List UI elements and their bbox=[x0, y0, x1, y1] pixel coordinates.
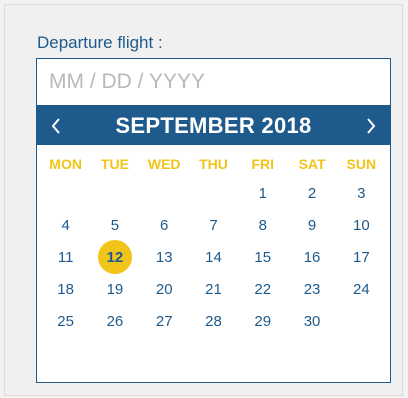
chevron-left-icon bbox=[51, 118, 60, 134]
calendar-day[interactable]: 25 bbox=[41, 305, 90, 337]
chevron-right-icon bbox=[367, 118, 376, 134]
weekday-label: MON bbox=[49, 156, 82, 172]
calendar-empty-cell bbox=[189, 177, 238, 209]
calendar-day[interactable]: 24 bbox=[337, 273, 386, 305]
calendar-empty-cell bbox=[140, 177, 189, 209]
calendar-day[interactable]: 10 bbox=[337, 209, 386, 241]
calendar-day[interactable]: 5 bbox=[90, 209, 139, 241]
calendar-day[interactable]: 30 bbox=[287, 305, 336, 337]
calendar-week-row: 4 5 6 7 8 9 10 bbox=[37, 209, 390, 241]
calendar-day[interactable]: 3 bbox=[337, 177, 386, 209]
calendar-day[interactable]: 21 bbox=[189, 273, 238, 305]
weekday-label: FRI bbox=[251, 156, 275, 172]
calendar-empty-cell bbox=[90, 177, 139, 209]
departure-flight-label: Departure flight : bbox=[37, 33, 163, 52]
weekday-label: SAT bbox=[298, 156, 326, 172]
weekday-label: TUE bbox=[100, 156, 129, 172]
calendar-empty-cell bbox=[337, 305, 386, 337]
calendar-day[interactable]: 26 bbox=[90, 305, 139, 337]
calendar-day[interactable]: 14 bbox=[189, 241, 238, 273]
calendar-week-row: 25 26 27 28 29 30 bbox=[37, 305, 390, 337]
calendar-day[interactable]: 13 bbox=[140, 241, 189, 273]
calendar-day[interactable]: 9 bbox=[287, 209, 336, 241]
calendar-day[interactable]: 28 bbox=[189, 305, 238, 337]
calendar-day[interactable]: 20 bbox=[140, 273, 189, 305]
calendar-day[interactable]: 1 bbox=[238, 177, 287, 209]
weekday-header-row: MON TUE WED THU FRI SAT SUN bbox=[37, 151, 390, 177]
calendar-day[interactable]: 6 bbox=[140, 209, 189, 241]
month-title: SEPTEMBER 2018 bbox=[115, 113, 312, 138]
prev-month-button[interactable] bbox=[37, 107, 75, 145]
calendar-empty-cell bbox=[41, 177, 90, 209]
weekday-label: SUN bbox=[346, 156, 377, 172]
calendar-day[interactable]: 15 bbox=[238, 241, 287, 273]
calendar-day[interactable]: 11 bbox=[41, 241, 90, 273]
calendar-week-row: 18 19 20 21 22 23 24 bbox=[37, 273, 390, 305]
calendar-day[interactable]: 22 bbox=[238, 273, 287, 305]
calendar-week-row: 11 12 13 14 15 16 17 bbox=[37, 240, 390, 274]
calendar-widget: SEPTEMBER 2018 MON TUE WED THU FRI SAT S… bbox=[36, 106, 391, 383]
weekday-label: THU bbox=[199, 156, 228, 172]
weekday-label: WED bbox=[147, 156, 181, 172]
calendar-day[interactable]: 7 bbox=[189, 209, 238, 241]
calendar-day[interactable]: 16 bbox=[287, 241, 336, 273]
calendar-day[interactable]: 19 bbox=[90, 273, 139, 305]
calendar-day[interactable]: 18 bbox=[41, 273, 90, 305]
calendar-day[interactable]: 4 bbox=[41, 209, 90, 241]
calendar-day[interactable]: 17 bbox=[337, 241, 386, 273]
calendar-day[interactable]: 23 bbox=[287, 273, 336, 305]
calendar-day[interactable]: 27 bbox=[140, 305, 189, 337]
selected-day-marker: 12 bbox=[97, 240, 132, 274]
calendar-day-selected[interactable]: 12 bbox=[90, 240, 139, 274]
next-month-button[interactable] bbox=[352, 107, 390, 145]
calendar-week-row: 1 2 3 bbox=[37, 177, 390, 209]
datepicker-panel: Departure flight : SEPTEMBER 2018 MON TU… bbox=[4, 4, 403, 396]
departure-date-input[interactable] bbox=[36, 58, 391, 106]
calendar-header: SEPTEMBER 2018 bbox=[37, 107, 390, 145]
calendar-day[interactable]: 8 bbox=[238, 209, 287, 241]
calendar-day[interactable]: 2 bbox=[287, 177, 336, 209]
calendar-day[interactable]: 29 bbox=[238, 305, 287, 337]
